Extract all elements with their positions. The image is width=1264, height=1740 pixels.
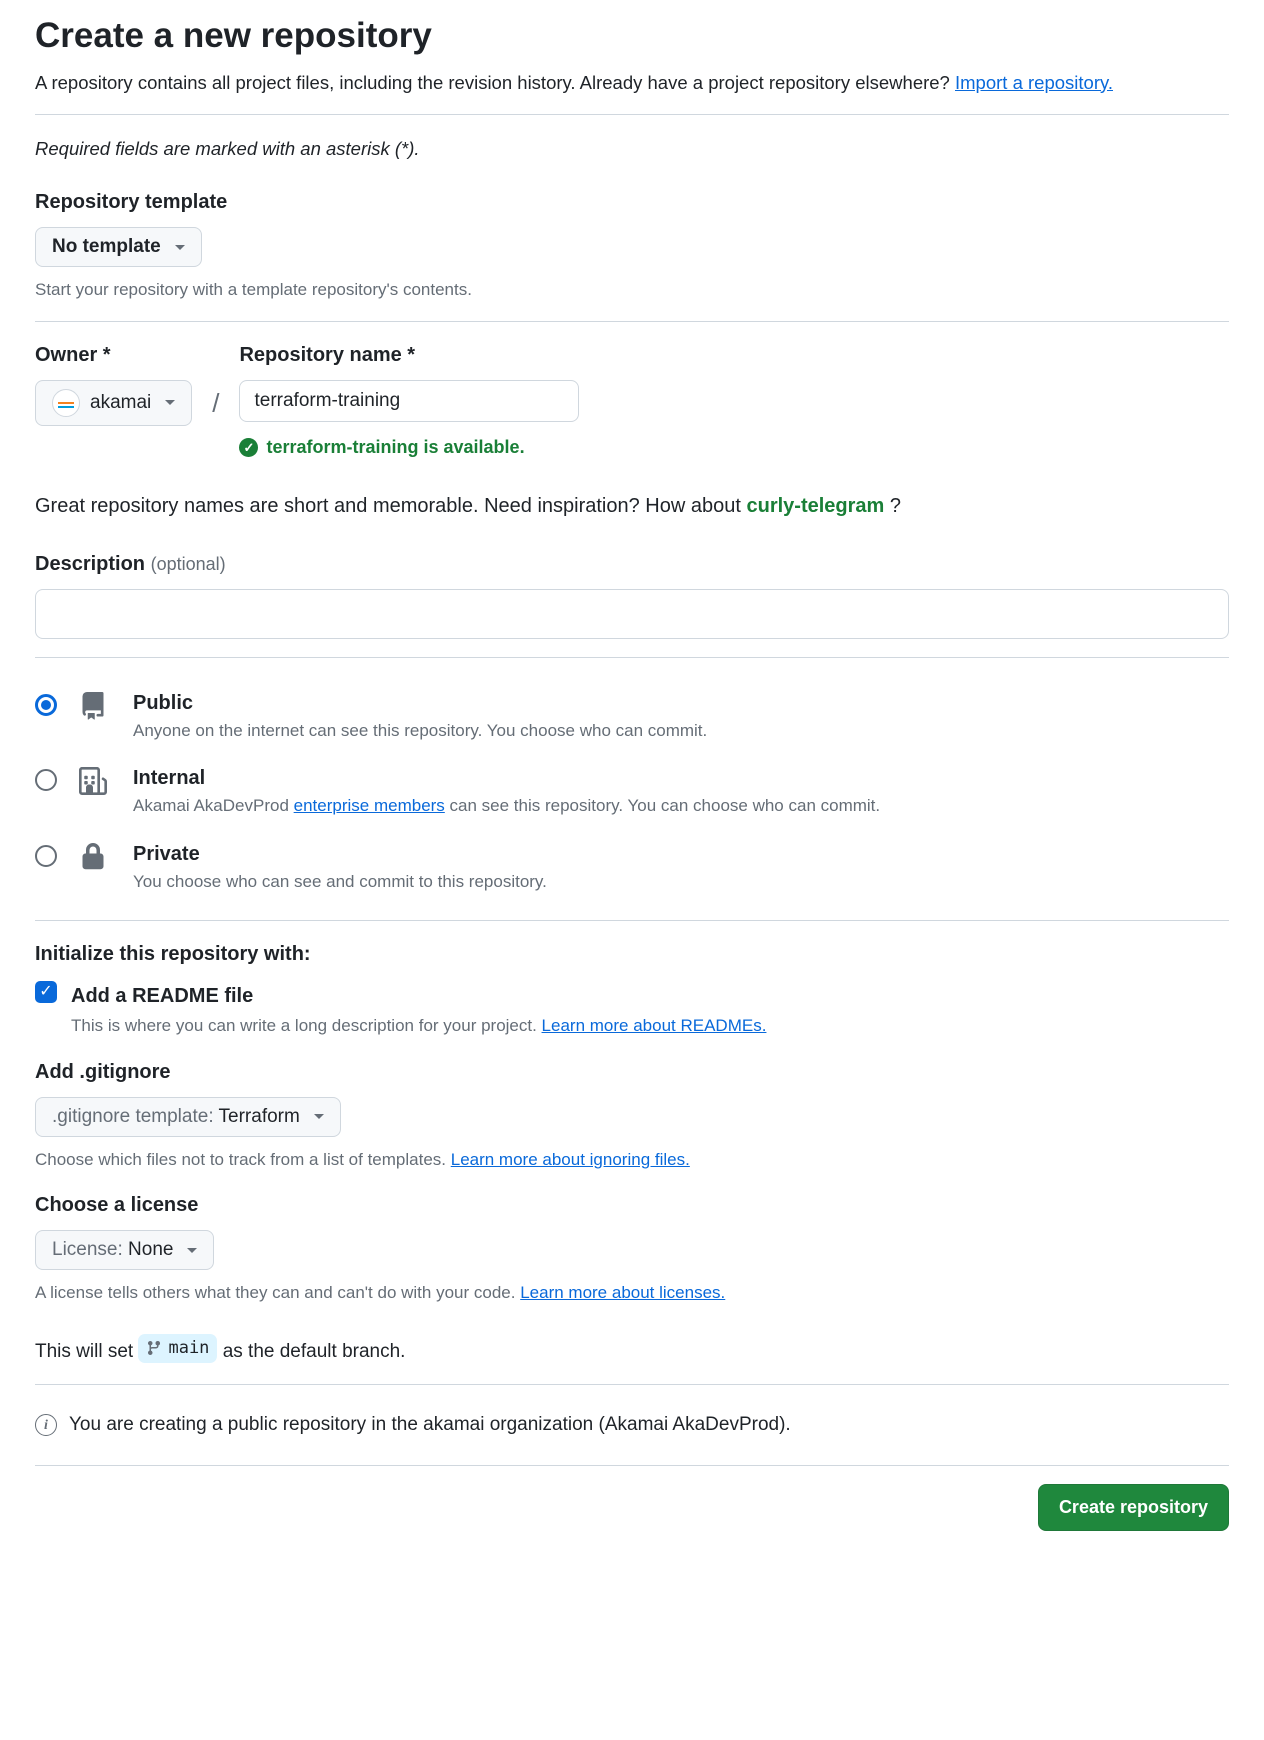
page-title: Create a new repository — [35, 10, 1229, 63]
initialize-label: Initialize this repository with: — [35, 939, 1229, 969]
readme-checkbox[interactable]: ✓ — [35, 981, 57, 1003]
chevron-down-icon — [187, 1248, 197, 1253]
visibility-public-desc: Anyone on the internet can see this repo… — [133, 718, 707, 744]
template-hint: Start your repository with a template re… — [35, 277, 1229, 303]
import-repository-link[interactable]: Import a repository. — [955, 72, 1113, 93]
check-circle-icon: ✓ — [239, 438, 258, 457]
template-label: Repository template — [35, 187, 1229, 217]
default-branch-note: This will set main as the default branch… — [35, 1334, 1229, 1366]
visibility-private-radio[interactable] — [35, 845, 57, 867]
visibility-private-desc: You choose who can see and commit to thi… — [133, 869, 547, 895]
template-select[interactable]: No template — [35, 227, 202, 267]
name-suggestion[interactable]: curly-telegram — [746, 495, 884, 517]
divider — [35, 657, 1229, 658]
gitignore-hint: Choose which files not to track from a l… — [35, 1147, 1229, 1173]
create-repository-button[interactable]: Create repository — [1038, 1484, 1229, 1531]
readme-desc: This is where you can write a long descr… — [71, 1013, 766, 1039]
info-banner: i You are creating a public repository i… — [35, 1403, 1229, 1448]
gitignore-learn-more-link[interactable]: Learn more about ignoring files. — [451, 1150, 690, 1169]
required-fields-note: Required fields are marked with an aster… — [35, 135, 1229, 163]
gitignore-select[interactable]: .gitignore template: Terraform — [35, 1097, 341, 1137]
chevron-down-icon — [314, 1114, 324, 1119]
readme-title: Add a README file — [71, 981, 766, 1011]
slash-separator: / — [212, 384, 219, 423]
visibility-internal-desc: Akamai AkaDevProd enterprise members can… — [133, 793, 880, 819]
divider — [35, 1384, 1229, 1385]
info-icon: i — [35, 1414, 57, 1436]
repo-name-label: Repository name * — [239, 340, 579, 370]
divider — [35, 920, 1229, 921]
license-hint: A license tells others what they can and… — [35, 1280, 1229, 1306]
repo-name-input[interactable] — [239, 380, 579, 422]
license-learn-more-link[interactable]: Learn more about licenses. — [520, 1283, 725, 1302]
repo-public-icon — [79, 692, 111, 728]
visibility-private-title: Private — [133, 839, 547, 869]
owner-avatar-icon — [52, 389, 80, 417]
page-subtitle: A repository contains all project files,… — [35, 69, 1229, 97]
repo-name-availability: ✓ terraform-training is available. — [239, 434, 579, 461]
visibility-internal-title: Internal — [133, 763, 880, 793]
owner-value: akamai — [90, 392, 151, 414]
divider — [35, 1465, 1229, 1466]
license-select[interactable]: License: None — [35, 1230, 214, 1270]
divider — [35, 114, 1229, 115]
owner-label: Owner * — [35, 340, 192, 370]
owner-select[interactable]: akamai — [35, 380, 192, 426]
visibility-internal-row: Internal Akamai AkaDevProd enterprise me… — [35, 751, 1229, 827]
organization-icon — [79, 767, 111, 803]
chevron-down-icon — [165, 400, 175, 405]
description-input[interactable] — [35, 589, 1229, 639]
visibility-internal-radio[interactable] — [35, 769, 57, 791]
visibility-public-row: Public Anyone on the internet can see th… — [35, 676, 1229, 752]
license-label: Choose a license — [35, 1190, 1229, 1220]
chevron-down-icon — [175, 245, 185, 250]
lock-icon — [79, 843, 111, 879]
git-branch-icon — [146, 1340, 162, 1356]
visibility-public-radio[interactable] — [35, 694, 57, 716]
name-inspiration: Great repository names are short and mem… — [35, 491, 1229, 521]
template-value: No template — [52, 236, 161, 258]
description-label: Description (optional) — [35, 549, 1229, 579]
gitignore-label: Add .gitignore — [35, 1057, 1229, 1087]
branch-badge: main — [138, 1334, 217, 1364]
enterprise-members-link[interactable]: enterprise members — [294, 796, 445, 815]
visibility-public-title: Public — [133, 688, 707, 718]
divider — [35, 321, 1229, 322]
visibility-private-row: Private You choose who can see and commi… — [35, 827, 1229, 903]
readme-learn-more-link[interactable]: Learn more about READMEs. — [542, 1016, 767, 1035]
